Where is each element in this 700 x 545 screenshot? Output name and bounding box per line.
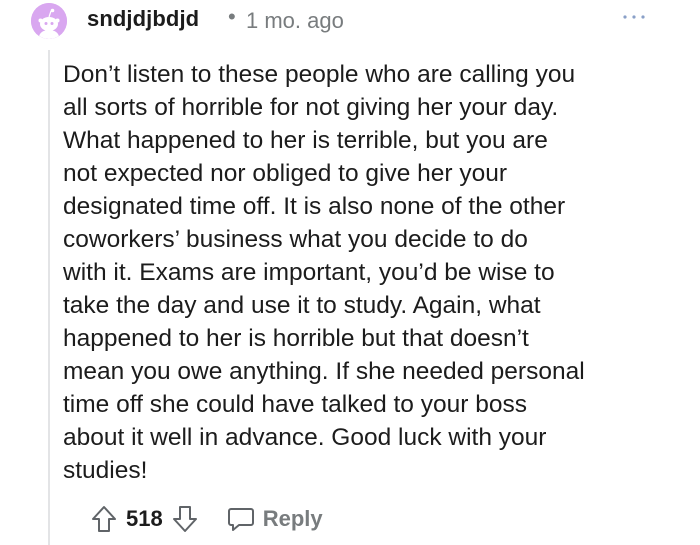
comment-body: Don’t listen to these people who are cal…: [63, 61, 585, 484]
downvote-button[interactable]: [169, 502, 201, 536]
comment: sndjdjbdjd • 1 mo. ago Don’t listen to t…: [0, 0, 700, 545]
more-options-icon: [623, 15, 645, 19]
username[interactable]: sndjdjbdjd: [87, 6, 199, 32]
meta-separator: •: [228, 4, 236, 29]
thread-line[interactable]: [48, 50, 50, 545]
snoo-avatar-icon: [31, 3, 67, 39]
reply-button[interactable]: Reply: [227, 506, 323, 532]
downvote-arrow-icon: [172, 506, 197, 532]
avatar[interactable]: [31, 3, 67, 39]
reply-label: Reply: [262, 506, 323, 531]
comment-actions: 518 Reply: [88, 502, 323, 536]
more-options-button[interactable]: [614, 4, 654, 30]
timestamp[interactable]: 1 mo. ago: [246, 8, 344, 34]
upvote-button[interactable]: [88, 502, 120, 536]
upvote-arrow-icon: [92, 506, 116, 532]
comment-bubble-icon: [227, 508, 254, 531]
vote-score: 518: [126, 506, 163, 531]
